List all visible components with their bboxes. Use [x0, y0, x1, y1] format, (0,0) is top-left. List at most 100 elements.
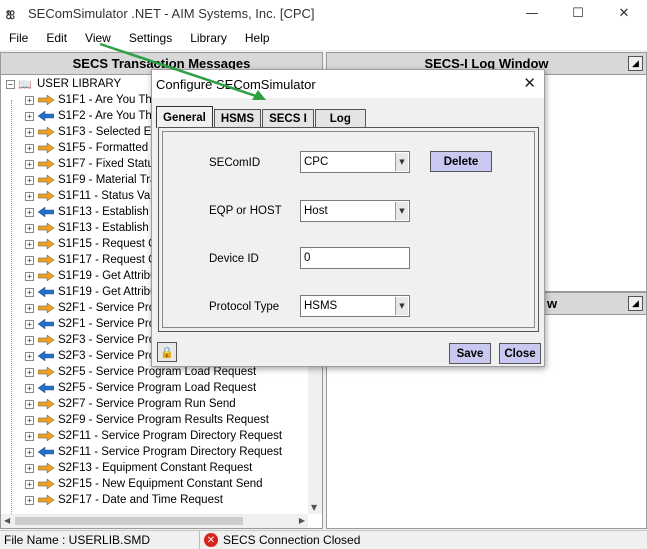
expand-icon[interactable]: + — [25, 495, 34, 505]
menu-file[interactable]: File — [0, 31, 37, 45]
expand-icon[interactable]: + — [25, 447, 34, 457]
tab-log[interactable]: Log — [314, 109, 366, 128]
expand-icon[interactable]: + — [25, 191, 34, 201]
expand-icon[interactable]: + — [25, 143, 34, 153]
tree-item[interactable]: + S2F5 - Service Program Load Request — [1, 380, 308, 396]
arrow-right-icon — [38, 143, 54, 153]
arrow-right-icon — [38, 223, 54, 233]
window-controls: — ☐ ✕ — [509, 0, 647, 26]
scroll-right-icon[interactable]: ▶ — [299, 516, 305, 525]
arrow-right-icon — [38, 335, 54, 345]
pin-icon[interactable]: ◢ — [628, 56, 643, 71]
expand-icon[interactable]: + — [25, 303, 34, 313]
arrow-right-icon — [38, 271, 54, 281]
tree-item-label: S1F17 - Request O — [58, 254, 158, 266]
tree-item[interactable]: + S2F7 - Service Program Run Send — [1, 396, 308, 412]
chevron-down-icon[interactable]: ▼ — [395, 202, 408, 220]
expand-icon[interactable]: + — [25, 415, 34, 425]
collapse-icon[interactable]: − — [6, 79, 15, 89]
arrow-right-icon — [38, 255, 54, 265]
arrow-left-icon — [38, 319, 54, 329]
expand-icon[interactable]: + — [25, 207, 34, 217]
tree-item[interactable]: + S2F11 - Service Program Directory Reque… — [1, 428, 308, 444]
tree-item-label: S2F1 - Service Prog — [58, 302, 162, 314]
expand-icon[interactable]: + — [25, 127, 34, 137]
delete-button[interactable]: Delete — [430, 151, 492, 172]
minimize-icon[interactable]: — — [509, 0, 555, 26]
expand-icon[interactable]: + — [25, 335, 34, 345]
tree-item-label: S2F11 - Service Program Directory Reques… — [58, 430, 283, 442]
tab-secs-i[interactable]: SECS I — [262, 109, 314, 128]
tree-item-label: S2F3 - Service Prog — [58, 350, 162, 362]
arrow-left-icon — [38, 287, 54, 297]
tree-item[interactable]: + S2F15 - New Equipment Constant Send — [1, 476, 308, 492]
expand-icon[interactable]: + — [25, 111, 34, 121]
device-id-value: 0 — [304, 252, 311, 264]
expand-icon[interactable]: + — [25, 239, 34, 249]
menu-edit[interactable]: Edit — [37, 31, 76, 45]
scroll-left-icon[interactable]: ◀ — [4, 516, 10, 525]
tab-hsms[interactable]: HSMS — [213, 109, 262, 128]
arrow-right-icon — [38, 303, 54, 313]
secomid-select[interactable]: CPC ▼ — [300, 151, 410, 173]
secondary-panel-title: w — [547, 296, 558, 311]
expand-icon[interactable]: + — [25, 463, 34, 473]
arrow-right-icon — [38, 239, 54, 249]
tree-item[interactable]: + S2F11 - Service Program Directory Reque… — [1, 444, 308, 460]
pin-icon-2[interactable]: ◢ — [628, 296, 643, 311]
arrow-left-icon — [38, 111, 54, 121]
expand-icon[interactable]: + — [25, 431, 34, 441]
tree-item-label: S1F5 - Formatted S — [58, 142, 159, 154]
tree-item[interactable]: + S2F13 - Equipment Constant Request — [1, 460, 308, 476]
tree-item-label: S2F5 - Service Program Load Request — [58, 382, 257, 394]
tree-item-label: S1F3 - Selected Equ — [58, 126, 165, 138]
secomid-value: CPC — [304, 156, 329, 168]
tree-item[interactable]: + S2F17 - Date and Time Request — [1, 492, 308, 508]
device-id-input[interactable]: 0 — [300, 247, 410, 269]
horizontal-scroll-thumb[interactable] — [15, 517, 243, 525]
tree-item-label: S1F9 - Material Tra — [58, 174, 157, 186]
expand-icon[interactable]: + — [25, 175, 34, 185]
chevron-down-icon[interactable]: ▼ — [395, 297, 408, 315]
tree-item-label: S2F7 - Service Program Run Send — [58, 398, 236, 410]
lock-icon[interactable]: 🔒 — [157, 342, 177, 362]
expand-icon[interactable]: + — [25, 479, 34, 489]
expand-icon[interactable]: + — [25, 319, 34, 329]
close-button[interactable]: Close — [499, 343, 541, 364]
dialog-close-icon[interactable]: ✕ — [523, 74, 536, 92]
arrow-left-icon — [38, 447, 54, 457]
tree-horizontal-scrollbar[interactable]: ◀ ▶ — [1, 514, 308, 528]
save-button[interactable]: Save — [449, 343, 491, 364]
arrow-right-icon — [38, 127, 54, 137]
tree-item-label: S1F19 - Get Attribu — [58, 270, 157, 282]
eqp-host-label: EQP or HOST — [209, 205, 282, 217]
chevron-down-icon[interactable]: ▼ — [395, 153, 408, 171]
eqp-host-value: Host — [304, 205, 328, 217]
tree-item-label: S2F17 - Date and Time Request — [58, 494, 223, 506]
expand-icon[interactable]: + — [25, 383, 34, 393]
expand-icon[interactable]: + — [25, 271, 34, 281]
expand-icon[interactable]: + — [25, 351, 34, 361]
configure-dialog: Configure SEComSimulator ✕ General HSMS … — [151, 69, 545, 367]
expand-icon[interactable]: + — [25, 255, 34, 265]
arrow-left-icon — [38, 207, 54, 217]
expand-icon[interactable]: + — [25, 399, 34, 409]
expand-icon[interactable]: + — [25, 223, 34, 233]
general-tab-body: SEComID CPC ▼ Delete EQP or HOST Host ▼ … — [158, 127, 539, 332]
protocol-type-select[interactable]: HSMS ▼ — [300, 295, 410, 317]
tree-item-label: S2F3 - Service Prog — [58, 334, 162, 346]
eqp-host-select[interactable]: Host ▼ — [300, 200, 410, 222]
maximize-icon[interactable]: ☐ — [555, 0, 601, 26]
tree-item[interactable]: + S2F9 - Service Program Results Request — [1, 412, 308, 428]
expand-icon[interactable]: + — [25, 159, 34, 169]
connection-status-text: SECS Connection Closed — [223, 533, 361, 547]
arrow-left-icon — [38, 351, 54, 361]
close-window-icon[interactable]: ✕ — [601, 0, 647, 26]
expand-icon[interactable]: + — [25, 287, 34, 297]
arrow-right-icon — [38, 191, 54, 201]
tree-item-label: S2F1 - Service Prog — [58, 318, 162, 330]
expand-icon[interactable]: + — [25, 367, 34, 377]
scroll-down-icon[interactable]: ▼ — [311, 503, 317, 512]
protocol-type-value: HSMS — [304, 300, 338, 312]
expand-icon[interactable]: + — [25, 95, 34, 105]
